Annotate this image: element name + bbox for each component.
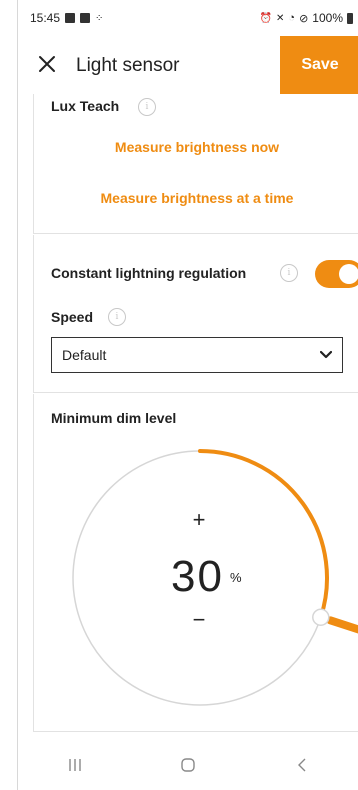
dial-knob[interactable]	[312, 608, 330, 626]
info-icon[interactable]: i	[108, 308, 126, 326]
speed-select-value: Default	[62, 347, 107, 363]
home-icon	[181, 758, 196, 772]
measure-at-time-button[interactable]: Measure brightness at a time	[34, 190, 358, 206]
wifi-icon: ◔	[288, 12, 296, 24]
recents-button[interactable]	[55, 750, 95, 780]
app-notification-icon: ⁘	[95, 12, 104, 24]
regulation-label: Constant lightning regulation	[51, 265, 247, 281]
dial-handle-bar[interactable]	[326, 616, 358, 635]
home-button[interactable]	[168, 750, 208, 780]
back-icon	[298, 758, 306, 772]
status-time: 15:45	[30, 11, 61, 25]
speed-label: Speed	[51, 309, 94, 325]
recents-icon	[69, 759, 81, 771]
battery-icon	[347, 12, 353, 24]
battery-percent: 100%	[312, 11, 343, 25]
toggle-knob	[339, 264, 358, 284]
lux-teach-section: Lux Teach i Measure brightness now Measu…	[33, 94, 358, 234]
speed-select[interactable]: Default	[51, 337, 343, 373]
regulation-toggle[interactable]	[315, 260, 358, 288]
close-button[interactable]	[36, 53, 58, 75]
gallery-notification-icon	[65, 13, 76, 23]
status-bar: 15:45 ⁘ ⏰ ✕ ◔ ⊘ 100%	[18, 0, 358, 36]
increase-button[interactable]: +	[184, 507, 214, 533]
chevron-down-icon	[320, 350, 332, 359]
decrease-button[interactable]: −	[184, 607, 214, 633]
app-screen: 15:45 ⁘ ⏰ ✕ ◔ ⊘ 100% Light sensor Save L…	[17, 0, 358, 790]
dnd-icon: ⊘	[299, 12, 309, 25]
page-title: Light sensor	[76, 55, 180, 76]
info-icon[interactable]: i	[138, 98, 156, 116]
measure-now-button[interactable]: Measure brightness now	[34, 139, 358, 155]
alarm-icon: ⏰	[259, 12, 273, 24]
save-button[interactable]: Save	[280, 36, 358, 94]
info-icon[interactable]: i	[280, 264, 298, 282]
lux-teach-label: Lux Teach	[51, 98, 120, 114]
back-button[interactable]	[282, 750, 322, 780]
calendar-notification-icon	[80, 13, 91, 23]
dim-level-value: 30	[171, 552, 224, 601]
system-nav-bar	[18, 740, 358, 790]
close-icon	[39, 56, 55, 72]
mute-icon: ✕	[276, 12, 285, 24]
app-bar: Light sensor Save	[18, 36, 358, 94]
dim-level-section: Minimum dim level + 30 % −	[33, 394, 358, 732]
dim-level-unit: %	[230, 570, 242, 585]
regulation-section: Constant lightning regulation i Speed i …	[33, 235, 358, 393]
